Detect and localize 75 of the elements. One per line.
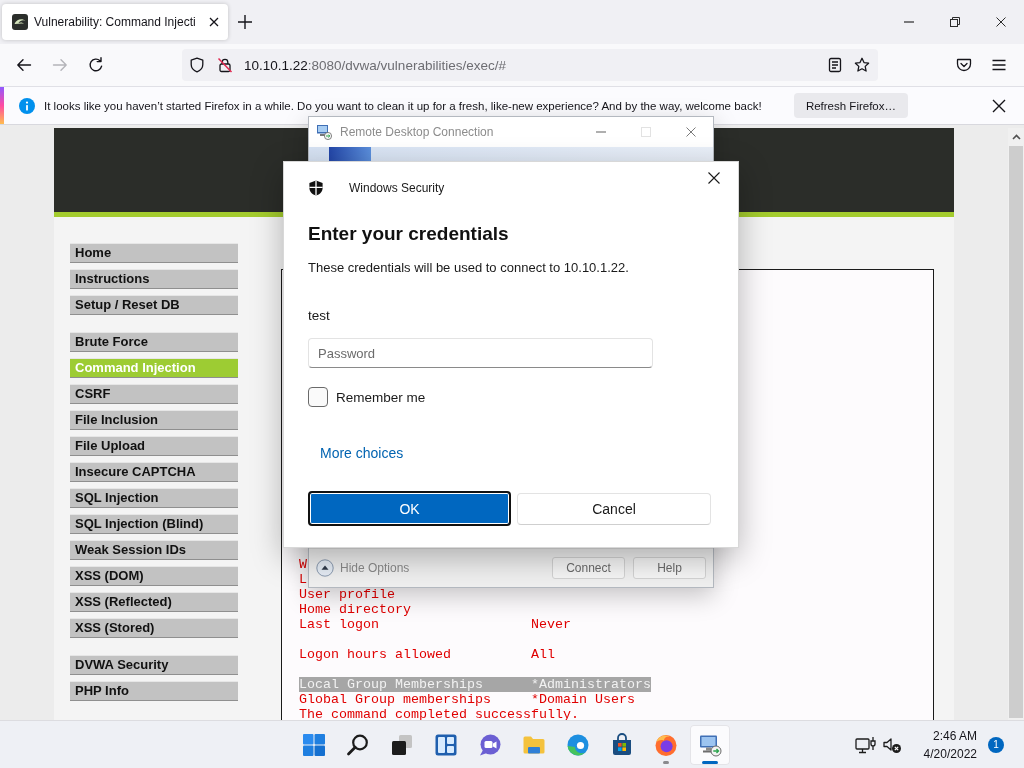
address-bar[interactable]: 10.10.1.22:8080/dvwa/vulnerabilities/exec/# — [182, 49, 878, 81]
notification-badge[interactable]: 1 — [988, 736, 1004, 753]
computer-icon — [316, 124, 332, 140]
menu-item[interactable]: Setup / Reset DB — [70, 295, 238, 315]
search-icon — [346, 732, 370, 757]
menu-item[interactable]: SQL Injection (Blind) — [70, 514, 238, 534]
dialog-message: These credentials will be used to connect to 10.10.1.22. — [308, 259, 629, 277]
confirm-button[interactable]: OK — [308, 491, 511, 526]
remember-checkbox[interactable] — [308, 387, 328, 407]
output-line: Home directory — [299, 602, 411, 617]
window-button[interactable]: Help — [633, 557, 706, 579]
shopping-bag-icon — [610, 732, 634, 757]
menu-item[interactable]: Instructions — [70, 269, 238, 289]
page-scrollbar[interactable] — [1008, 128, 1024, 720]
fox-browser-icon — [654, 732, 678, 757]
output-line: Last logon Never — [299, 617, 571, 632]
password-field[interactable]: Password — [308, 338, 653, 368]
menu-item[interactable]: File Inclusion — [70, 410, 238, 430]
window-title: Remote Desktop Connection — [340, 125, 494, 139]
browser-tab[interactable]: Vulnerability: Command Injecti — [2, 4, 228, 40]
output-line: L — [299, 572, 307, 587]
menu-item[interactable]: Brute Force — [70, 332, 238, 352]
reload-icon[interactable] — [88, 57, 104, 73]
back-icon[interactable] — [16, 57, 32, 73]
plus-icon[interactable] — [238, 15, 252, 29]
menu-item[interactable]: Weak Session IDs — [70, 540, 238, 560]
checkbox-label[interactable]: Remember me — [336, 389, 426, 405]
menu-item[interactable]: XSS (Stored) — [70, 618, 238, 638]
dialog-app-name: Windows Security — [349, 181, 445, 195]
swirl-browser-icon — [566, 732, 590, 757]
output-line: Logon hours allowed All — [299, 647, 555, 662]
insecure-lock-icon[interactable] — [217, 57, 233, 73]
up-arrow-circle-icon — [316, 559, 334, 577]
close-icon[interactable] — [708, 172, 720, 184]
restore-icon[interactable] — [950, 17, 960, 27]
menu-item[interactable]: Home — [70, 243, 238, 263]
scrollbar-thumb[interactable] — [1009, 146, 1023, 718]
clock-time[interactable]: 2:46 AM — [932, 726, 977, 745]
star-icon[interactable] — [854, 57, 870, 73]
video-chat-icon — [478, 732, 502, 757]
menu-item[interactable]: CSRF — [70, 384, 238, 404]
menu-item[interactable]: File Upload — [70, 436, 238, 456]
favicon-icon — [12, 14, 28, 30]
menu-item[interactable]: Insecure CAPTCHA — [70, 462, 238, 482]
close-icon[interactable] — [209, 17, 219, 27]
menu-item[interactable]: PHP Info — [70, 681, 238, 701]
shield-icon[interactable] — [189, 57, 205, 73]
close-icon[interactable] — [996, 17, 1006, 27]
menu-item[interactable]: XSS (DOM) — [70, 566, 238, 586]
task-view-icon — [390, 732, 414, 757]
window-button[interactable]: Connect — [552, 557, 625, 579]
refresh-button[interactable]: Refresh Firefox… — [793, 93, 908, 118]
output-line: W — [299, 557, 307, 572]
document-icon[interactable] — [827, 57, 843, 73]
cancel-button[interactable]: Cancel — [517, 492, 711, 525]
caret-up-icon[interactable] — [1011, 134, 1021, 140]
output-line: Global Group memberships *Domain Users — [299, 692, 635, 707]
pouch-icon[interactable] — [956, 57, 972, 73]
info-icon — [19, 97, 35, 114]
username-text: test — [308, 307, 330, 325]
menu-item[interactable]: DVWA Security — [70, 655, 238, 675]
more-choices-link[interactable]: More choices — [320, 444, 404, 462]
menu-item[interactable]: XSS (Reflected) — [70, 592, 238, 612]
widgets-icon — [434, 732, 458, 757]
clock-date[interactable]: 4/20/2022 — [923, 744, 977, 763]
menu-icon[interactable] — [991, 57, 1007, 73]
output-line: The command completed successfully. — [299, 707, 579, 720]
output-line: User profile — [299, 587, 395, 602]
dialog-heading: Enter your credentials — [308, 222, 509, 246]
network-icon[interactable] — [854, 735, 877, 754]
start-icon — [302, 732, 326, 757]
shield-icon — [308, 180, 324, 196]
close-icon[interactable] — [992, 98, 1006, 113]
menu-item[interactable]: SQL Injection — [70, 488, 238, 508]
notification-message: It looks like you haven’t started Firefox in a while. Do you want to clean it up for a fresh, like-new experience? And by the way, welcome back! — [44, 99, 762, 112]
